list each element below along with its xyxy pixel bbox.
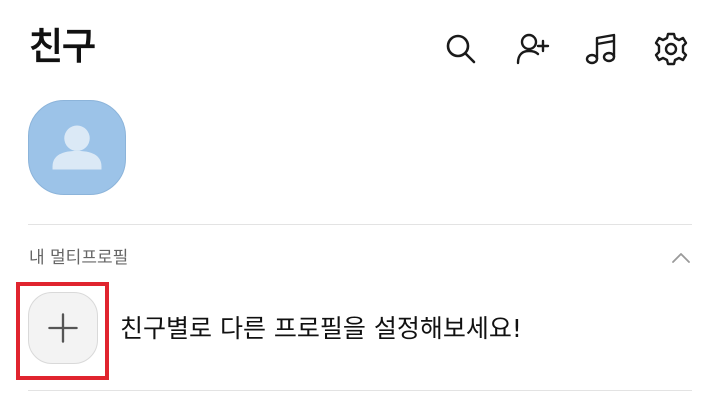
add-friend-icon[interactable] <box>514 30 552 68</box>
person-icon <box>52 125 102 170</box>
my-profile-avatar[interactable] <box>28 100 126 195</box>
multi-profile-section-label: 내 멀티프로필 <box>29 248 129 268</box>
page-title: 친구 <box>29 25 96 68</box>
settings-icon[interactable] <box>652 30 690 68</box>
multi-profile-prompt[interactable]: 친구별로 다른 프로필을 설정해보세요! <box>120 312 522 346</box>
divider <box>28 224 692 225</box>
plus-icon <box>48 313 78 343</box>
add-multi-profile-button[interactable] <box>28 292 98 364</box>
music-icon[interactable] <box>582 30 620 68</box>
search-icon[interactable] <box>442 30 480 68</box>
divider <box>28 390 692 391</box>
chevron-up-icon[interactable] <box>670 250 692 266</box>
